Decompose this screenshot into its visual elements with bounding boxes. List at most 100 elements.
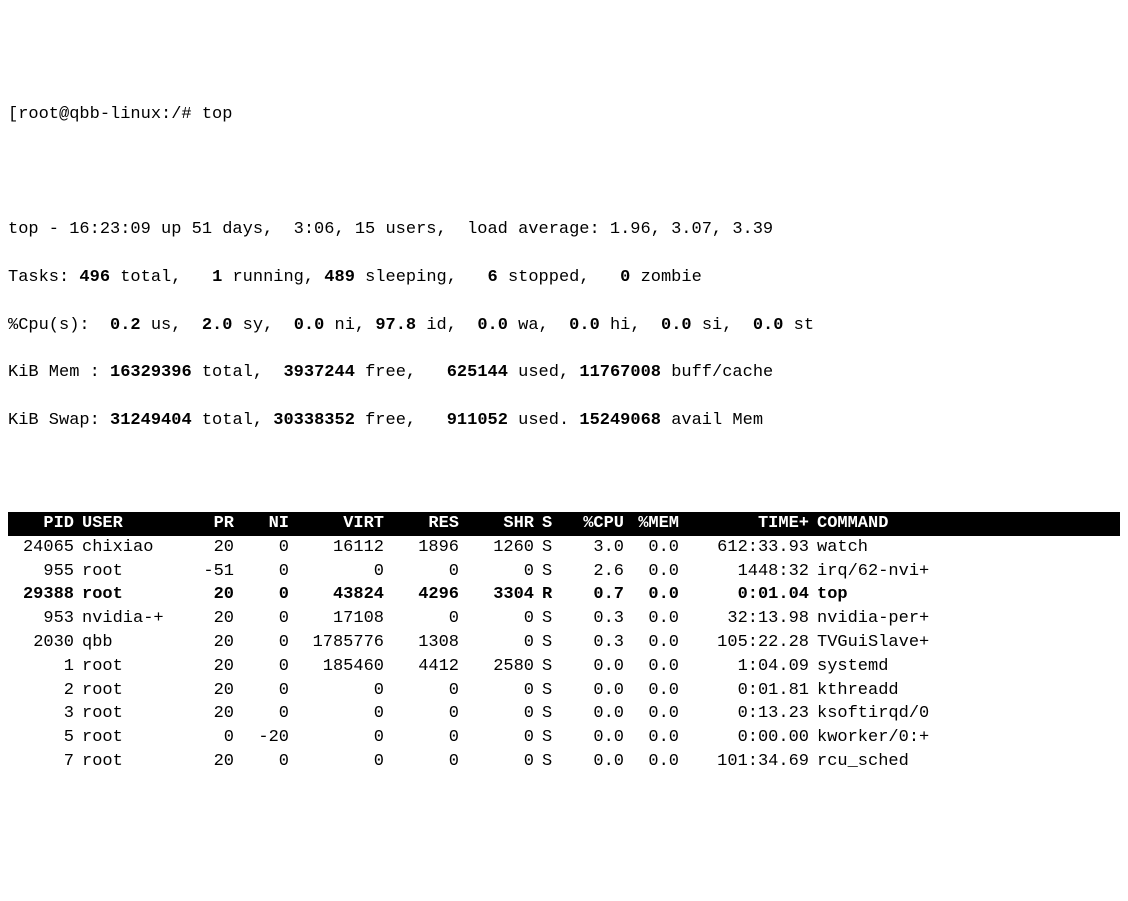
cell-cpu: 0.0 <box>563 679 628 703</box>
table-row[interactable]: 953nvidia-+2001710800S0.30.032:13.98nvid… <box>8 607 1120 631</box>
cell-res: 0 <box>388 607 463 631</box>
table-row[interactable]: 2030qbb200178577613080S0.30.0105:22.28TV… <box>8 631 1120 655</box>
cell-pr: 20 <box>183 750 238 774</box>
cell-shr: 0 <box>463 679 538 703</box>
col-cmd[interactable]: COMMAND <box>813 512 1120 536</box>
shell-prompt[interactable]: [root@qbb-linux:/# top <box>8 103 1120 127</box>
cell-time: 0:01.81 <box>683 679 813 703</box>
cell-user: root <box>78 702 183 726</box>
col-time[interactable]: TIME+ <box>683 512 813 536</box>
cell-virt: 0 <box>293 679 388 703</box>
cell-res: 4412 <box>388 655 463 679</box>
cell-user: root <box>78 726 183 750</box>
table-row[interactable]: 7root200000S0.00.0101:34.69rcu_sched <box>8 750 1120 774</box>
cell-cmd: ksoftirqd/0 <box>813 702 1120 726</box>
cell-user: qbb <box>78 631 183 655</box>
cell-cmd: kthreadd <box>813 679 1120 703</box>
cell-cmd: top <box>813 583 1120 607</box>
cell-mem: 0.0 <box>628 631 683 655</box>
cell-s: R <box>538 583 563 607</box>
table-row[interactable]: 24065chixiao2001611218961260S3.00.0612:3… <box>8 536 1120 560</box>
cell-cpu: 3.0 <box>563 536 628 560</box>
cell-virt: 0 <box>293 726 388 750</box>
cell-user: root <box>78 750 183 774</box>
process-table: PID USER PR NI VIRT RES SHR S %CPU %MEM … <box>8 512 1120 774</box>
cell-mem: 0.0 <box>628 560 683 584</box>
cell-s: S <box>538 679 563 703</box>
prompt-command: top <box>202 105 233 124</box>
cell-pid: 2030 <box>8 631 78 655</box>
col-virt[interactable]: VIRT <box>293 512 388 536</box>
cell-s: S <box>538 726 563 750</box>
col-user[interactable]: USER <box>78 512 183 536</box>
cell-user: root <box>78 583 183 607</box>
cell-virt: 0 <box>293 750 388 774</box>
cell-time: 0:01.04 <box>683 583 813 607</box>
cell-ni: 0 <box>238 583 293 607</box>
cell-ni: 0 <box>238 750 293 774</box>
col-cpu[interactable]: %CPU <box>563 512 628 536</box>
cell-ni: -20 <box>238 726 293 750</box>
cell-pr: 20 <box>183 702 238 726</box>
cell-mem: 0.0 <box>628 536 683 560</box>
cell-time: 105:22.28 <box>683 631 813 655</box>
col-ni[interactable]: NI <box>238 512 293 536</box>
cell-pr: -51 <box>183 560 238 584</box>
cell-shr: 0 <box>463 702 538 726</box>
cell-cmd: rcu_sched <box>813 750 1120 774</box>
table-row[interactable]: 29388root2004382442963304R0.70.00:01.04t… <box>8 583 1120 607</box>
cell-pr: 20 <box>183 607 238 631</box>
cell-shr: 0 <box>463 560 538 584</box>
table-row[interactable]: 3root200000S0.00.00:13.23ksoftirqd/0 <box>8 702 1120 726</box>
cell-res: 0 <box>388 750 463 774</box>
cell-virt: 0 <box>293 560 388 584</box>
top-summary: top - 16:23:09 up 51 days, 3:06, 15 user… <box>8 195 1120 457</box>
cell-shr: 0 <box>463 631 538 655</box>
cell-shr: 0 <box>463 726 538 750</box>
col-pr[interactable]: PR <box>183 512 238 536</box>
cell-cmd: kworker/0:+ <box>813 726 1120 750</box>
cell-pr: 20 <box>183 631 238 655</box>
cell-pr: 20 <box>183 655 238 679</box>
cell-res: 0 <box>388 726 463 750</box>
cell-pid: 3 <box>8 702 78 726</box>
cell-virt: 43824 <box>293 583 388 607</box>
cell-virt: 17108 <box>293 607 388 631</box>
cell-pr: 20 <box>183 679 238 703</box>
cell-s: S <box>538 750 563 774</box>
col-pid[interactable]: PID <box>8 512 78 536</box>
cell-pid: 955 <box>8 560 78 584</box>
cell-cmd: systemd <box>813 655 1120 679</box>
cell-pid: 7 <box>8 750 78 774</box>
cell-pr: 20 <box>183 583 238 607</box>
cell-user: root <box>78 560 183 584</box>
cell-cpu: 0.0 <box>563 750 628 774</box>
cell-virt: 0 <box>293 702 388 726</box>
col-res[interactable]: RES <box>388 512 463 536</box>
col-s[interactable]: S <box>538 512 563 536</box>
cell-time: 0:13.23 <box>683 702 813 726</box>
cell-pid: 1 <box>8 655 78 679</box>
cell-cpu: 2.6 <box>563 560 628 584</box>
cell-pid: 2 <box>8 679 78 703</box>
table-row[interactable]: 5root0-20000S0.00.00:00.00kworker/0:+ <box>8 726 1120 750</box>
summary-cpu: %Cpu(s): 0.2 us, 2.0 sy, 0.0 ni, 97.8 id… <box>8 314 1120 338</box>
cell-mem: 0.0 <box>628 583 683 607</box>
col-mem[interactable]: %MEM <box>628 512 683 536</box>
cell-cmd: nvidia-per+ <box>813 607 1120 631</box>
cell-ni: 0 <box>238 679 293 703</box>
cell-mem: 0.0 <box>628 607 683 631</box>
summary-mem: KiB Mem : 16329396 total, 3937244 free, … <box>8 361 1120 385</box>
cell-s: S <box>538 702 563 726</box>
cell-pid: 24065 <box>8 536 78 560</box>
cell-shr: 3304 <box>463 583 538 607</box>
cell-res: 0 <box>388 679 463 703</box>
table-row[interactable]: 1root20018546044122580S0.00.01:04.09syst… <box>8 655 1120 679</box>
cell-time: 1448:32 <box>683 560 813 584</box>
cell-res: 4296 <box>388 583 463 607</box>
cell-mem: 0.0 <box>628 702 683 726</box>
cell-ni: 0 <box>238 655 293 679</box>
table-row[interactable]: 2root200000S0.00.00:01.81kthreadd <box>8 679 1120 703</box>
table-row[interactable]: 955root-510000S2.60.01448:32irq/62-nvi+ <box>8 560 1120 584</box>
col-shr[interactable]: SHR <box>463 512 538 536</box>
